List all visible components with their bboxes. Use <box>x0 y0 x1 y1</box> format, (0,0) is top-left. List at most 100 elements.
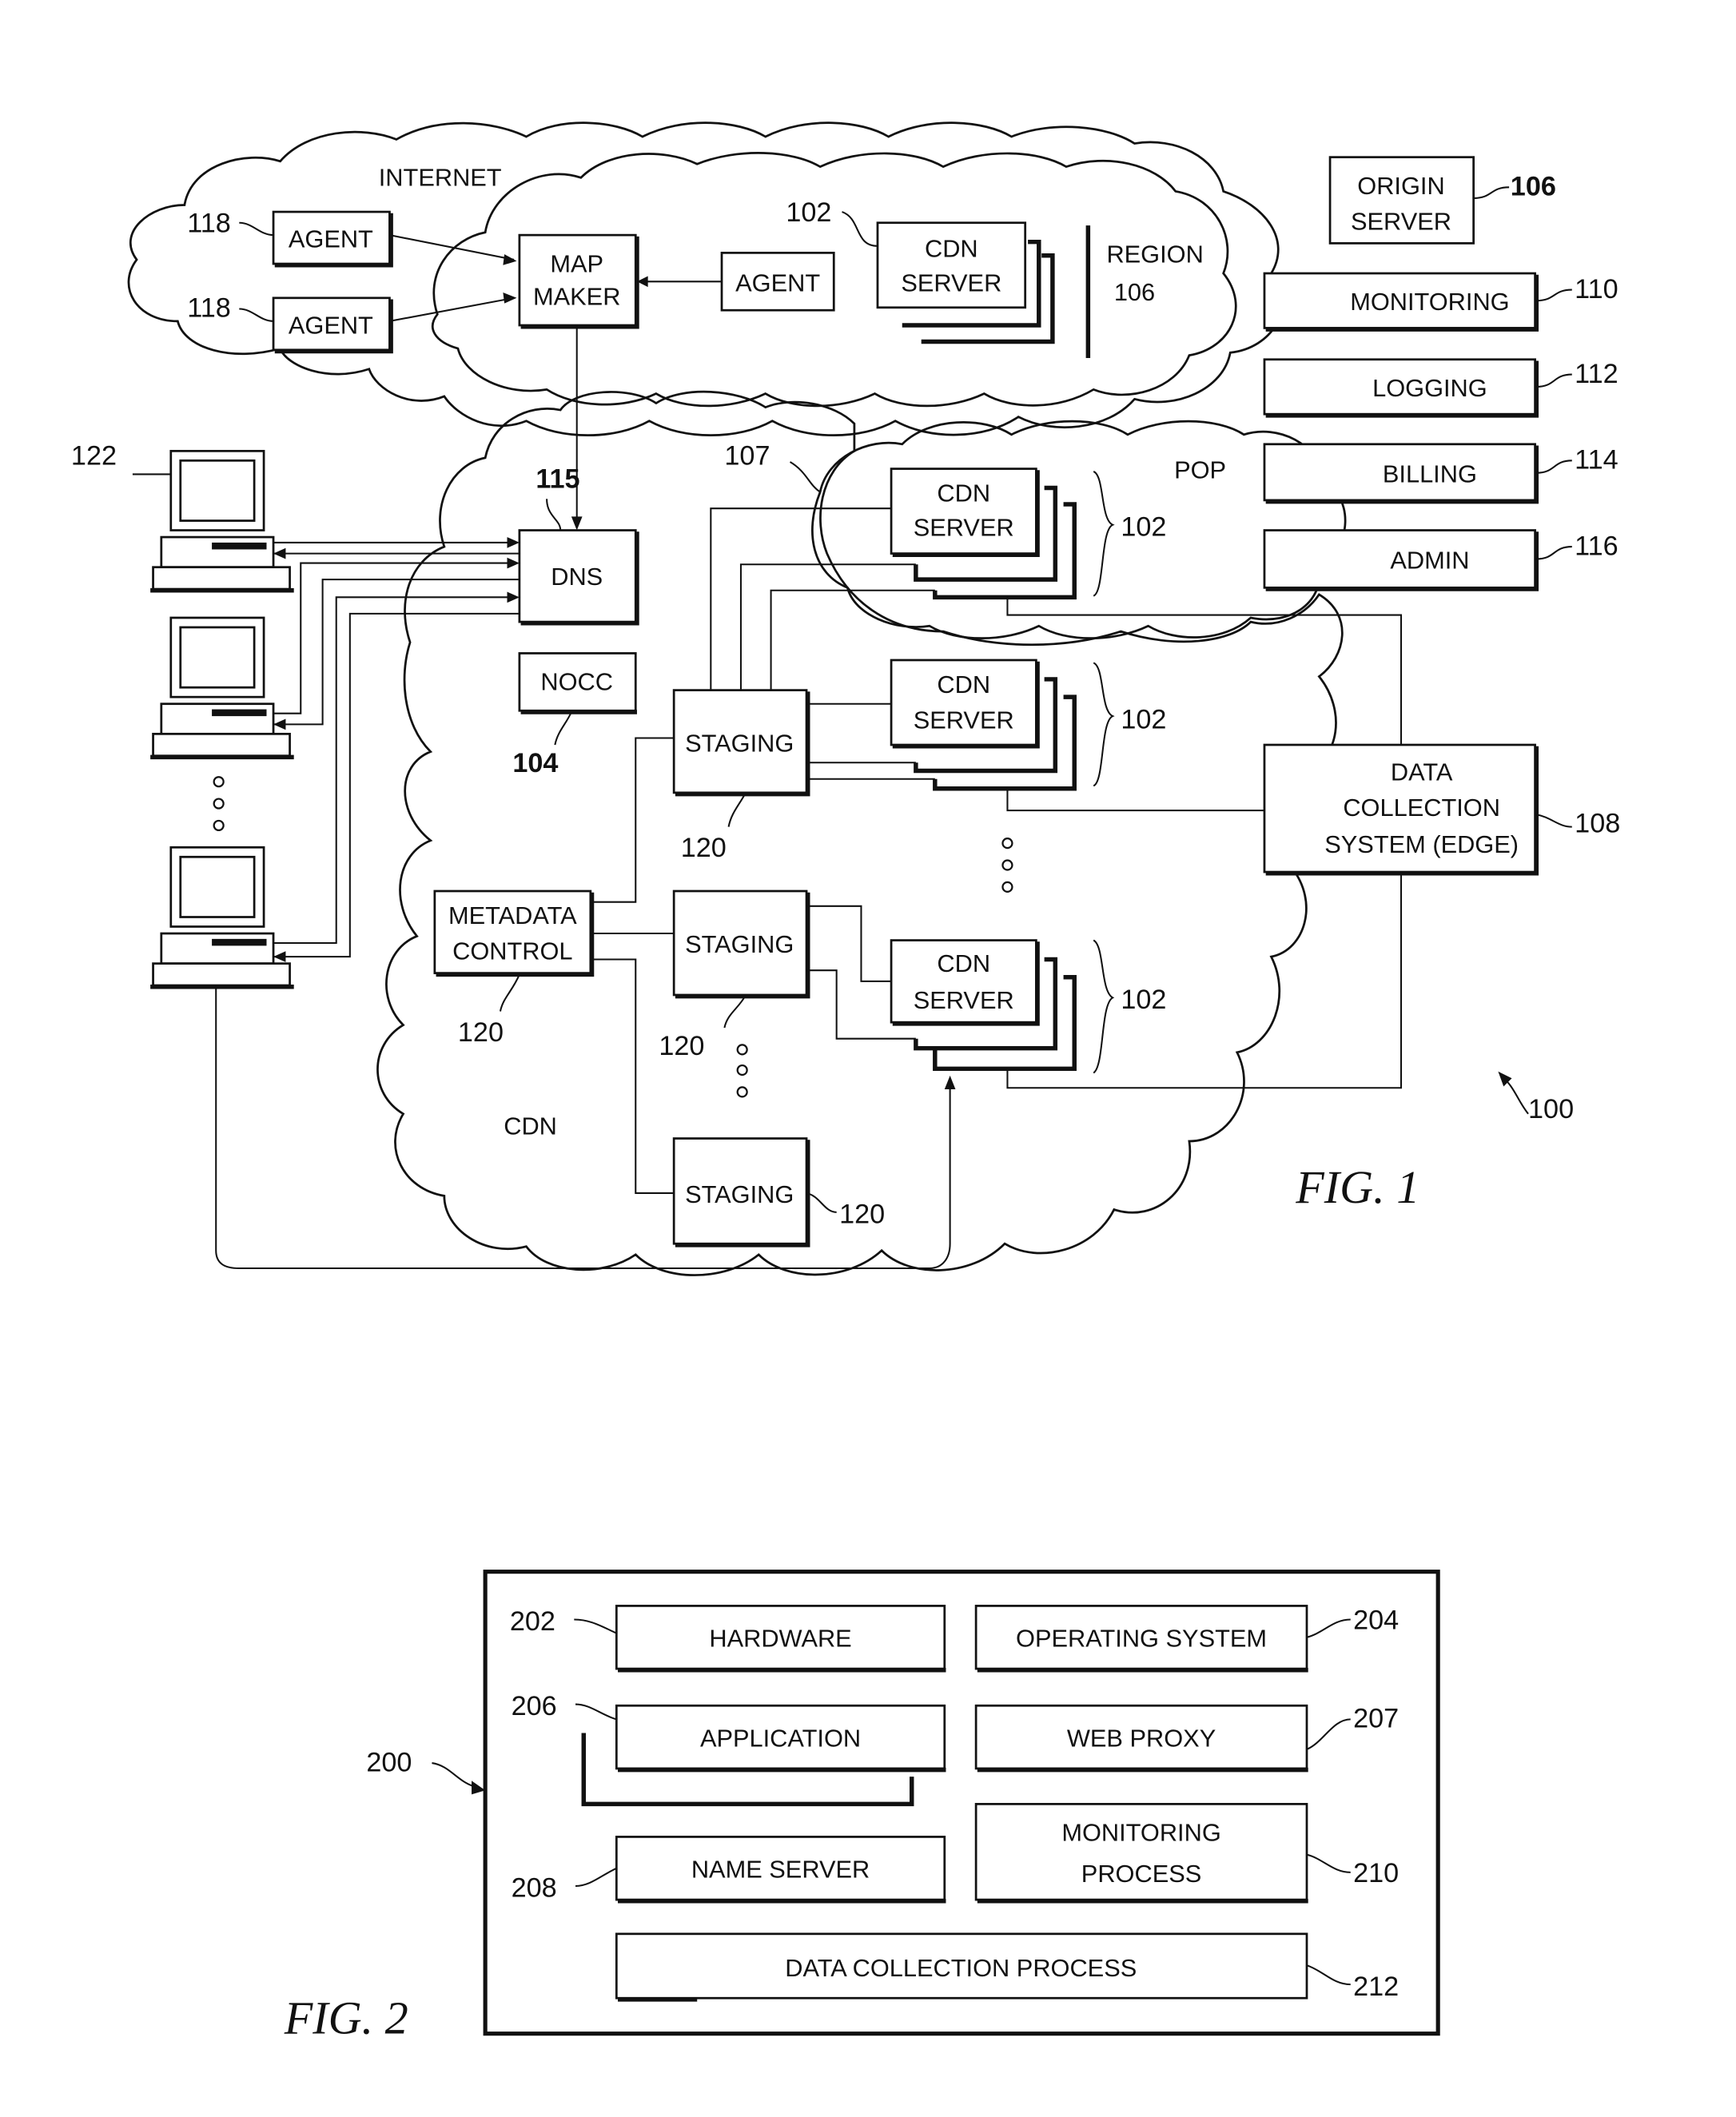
dns-leader <box>546 499 562 531</box>
operating-system-box[interactable]: OPERATING SYSTEM <box>974 1605 1308 1673</box>
cdn-server-pop-line1: CDN <box>937 480 990 507</box>
monitoring-process-line1: MONITORING <box>1061 1819 1220 1847</box>
metadata-control-box[interactable]: METADATA CONTROL <box>433 889 595 977</box>
origin-server-ref: 106 <box>1511 172 1556 202</box>
dns-label: DNS <box>551 563 603 591</box>
data-collection-process-box[interactable]: DATA COLLECTION PROCESS <box>615 1932 1308 2002</box>
name-server-box[interactable]: NAME SERVER <box>615 1836 946 1904</box>
agent-1-leader <box>239 221 274 237</box>
hardware-ref: 202 <box>510 1606 555 1637</box>
agent-box-3[interactable]: AGENT <box>720 252 835 312</box>
staging-box-1[interactable]: STAGING <box>672 689 810 797</box>
monitoring-process-line2: PROCESS <box>1081 1860 1201 1888</box>
agent-box-2[interactable]: AGENT <box>272 296 393 354</box>
data-collection-box[interactable]: DATA COLLECTION SYSTEM (EDGE) <box>1263 743 1539 876</box>
cdn-server-pop-stack[interactable]: CDN SERVER <box>890 468 1077 600</box>
cdn-server-bottom-line1: CDN <box>937 949 990 977</box>
agent-2-ref: 118 <box>187 293 231 324</box>
map-maker-line2: MAKER <box>533 282 620 310</box>
cdn-server-bottom-line2: SERVER <box>914 986 1014 1014</box>
logging-leader <box>1536 373 1572 388</box>
admin-leader <box>1536 546 1572 560</box>
staging-3-label: STAGING <box>685 1180 794 1208</box>
staging-3-leader <box>806 1192 837 1213</box>
cdn-server-region-stack[interactable]: CDN SERVER <box>876 221 1055 344</box>
cdn-server-region-ref: 102 <box>786 197 831 228</box>
data-collection-line1: DATA <box>1391 758 1453 786</box>
bottom-brace <box>1093 939 1115 1074</box>
metadata-control-line2: CONTROL <box>452 937 572 965</box>
cdn-server-mid-stack[interactable]: CDN SERVER <box>890 659 1077 791</box>
staging-box-3[interactable]: STAGING <box>672 1137 810 1248</box>
agent-box-1[interactable]: AGENT <box>272 210 393 268</box>
admin-box[interactable]: ADMIN <box>1263 529 1539 591</box>
pop-label: POP <box>1174 456 1226 484</box>
region-label: REGION <box>1106 240 1203 268</box>
internet-cloud <box>127 121 1284 436</box>
fig2-caption: FIG. 2 <box>284 1992 408 2044</box>
monitoring-process-box[interactable]: MONITORING PROCESS <box>974 1803 1308 1904</box>
cdn-server-region-leader <box>842 211 878 247</box>
machine-ref: 200 <box>366 1747 412 1777</box>
data-collection-line3: SYSTEM (EDGE) <box>1324 830 1519 858</box>
client-computer-3[interactable] <box>150 846 294 989</box>
staging-box-2[interactable]: STAGING <box>672 889 810 999</box>
origin-server-line1: ORIGIN <box>1357 172 1444 200</box>
hardware-label: HARDWARE <box>709 1625 851 1653</box>
staging-1-label: STAGING <box>685 730 794 758</box>
metadata-control-line1: METADATA <box>448 901 577 929</box>
client-computer-2[interactable] <box>150 616 294 760</box>
staging-1-ref: 120 <box>681 833 727 863</box>
cdn-cloud-label: CDN <box>504 1112 557 1140</box>
billing-ref: 114 <box>1575 445 1619 476</box>
client-computer-1[interactable] <box>150 449 294 593</box>
application-label: APPLICATION <box>700 1725 861 1753</box>
mid-brace <box>1093 662 1115 787</box>
cdn-server-mid-line2: SERVER <box>914 706 1014 734</box>
staging-3-ref: 120 <box>839 1200 885 1230</box>
monitoring-box[interactable]: MONITORING <box>1263 272 1539 332</box>
name-server-ref: 208 <box>512 1873 557 1904</box>
name-server-label: NAME SERVER <box>691 1856 870 1884</box>
cdn-server-region-line1: CDN <box>925 235 978 263</box>
logging-ref: 112 <box>1575 359 1619 389</box>
logging-box[interactable]: LOGGING <box>1263 358 1539 418</box>
agent-1-label: AGENT <box>289 225 373 253</box>
dns-ref: 115 <box>536 464 579 495</box>
admin-label: ADMIN <box>1390 546 1469 574</box>
system-ref: 100 <box>1528 1094 1574 1124</box>
billing-label: BILLING <box>1383 460 1477 488</box>
origin-server-box[interactable]: ORIGIN SERVER <box>1328 156 1475 245</box>
staging-2-ref: 120 <box>659 1031 704 1061</box>
agent-2-to-mapmaker-arrow <box>389 296 515 322</box>
nocc-leader <box>554 711 572 746</box>
hardware-box[interactable]: HARDWARE <box>615 1605 946 1673</box>
map-maker-box[interactable]: MAP MAKER <box>518 233 639 329</box>
billing-box[interactable]: BILLING <box>1263 443 1539 504</box>
cdn-server-bottom-stack[interactable]: CDN SERVER <box>890 939 1077 1072</box>
nocc-ref: 104 <box>512 748 558 778</box>
web-proxy-box[interactable]: WEB PROXY <box>974 1704 1308 1773</box>
staging-1-leader <box>727 794 746 827</box>
monitoring-process-ref: 210 <box>1353 1858 1399 1888</box>
machine-ref-arrow <box>432 1762 479 1789</box>
operating-system-ref: 204 <box>1353 1605 1399 1635</box>
map-maker-line1: MAP <box>550 249 603 277</box>
monitoring-leader <box>1536 289 1572 302</box>
agent-1-to-mapmaker-arrow <box>389 234 515 261</box>
staging-2-label: STAGING <box>685 930 794 958</box>
nocc-box[interactable]: NOCC <box>518 652 637 714</box>
clients-ref: 122 <box>71 440 117 471</box>
operating-system-label: OPERATING SYSTEM <box>1016 1625 1267 1653</box>
admin-ref: 116 <box>1575 531 1619 561</box>
fig1-caption: FIG. 1 <box>1295 1161 1419 1213</box>
agent-2-label: AGENT <box>289 311 373 339</box>
dns-box[interactable]: DNS <box>518 529 639 626</box>
agent-1-ref: 118 <box>187 209 231 239</box>
billing-leader <box>1536 460 1572 474</box>
metadata-staging-connections <box>590 737 675 1194</box>
logging-label: LOGGING <box>1372 374 1487 402</box>
data-collection-leader <box>1536 814 1572 828</box>
cdn-server-pop-ref: 102 <box>1121 511 1166 542</box>
cdn-server-region-line2: SERVER <box>901 269 1001 296</box>
